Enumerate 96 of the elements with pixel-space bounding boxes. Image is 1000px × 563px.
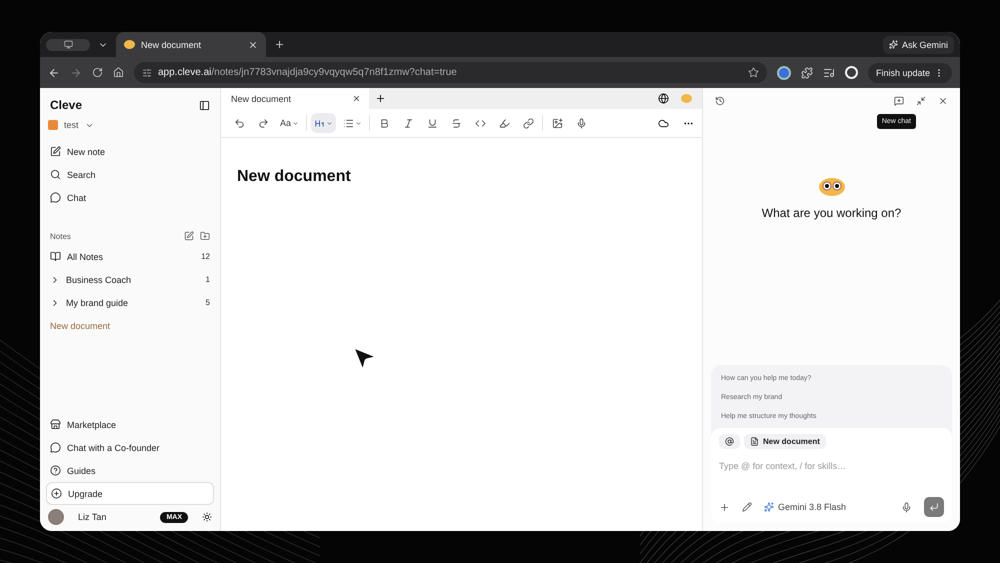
new-chat-button[interactable]	[894, 96, 904, 106]
reload-icon[interactable]	[92, 67, 103, 78]
help-icon	[50, 465, 61, 476]
search-icon	[50, 169, 61, 180]
nav-item[interactable]: Search	[46, 163, 214, 186]
link-icon	[522, 118, 534, 128]
profile-ring-icon[interactable]	[844, 66, 858, 79]
user-name: Liz Tan	[78, 512, 106, 522]
store-icon	[50, 419, 61, 430]
strikethrough-icon	[450, 118, 462, 128]
model-selector[interactable]: Gemini 3.8 Flash	[764, 502, 846, 512]
extension-dot-icon[interactable]	[776, 66, 791, 80]
chevron-down-icon	[355, 120, 362, 126]
history-button[interactable]	[715, 96, 725, 106]
plus-icon[interactable]	[274, 39, 285, 50]
sparkle-icon	[888, 40, 898, 49]
history-icon	[715, 96, 725, 106]
context-chip[interactable]: New document	[744, 434, 826, 449]
heading-icon	[314, 118, 326, 128]
send-button[interactable]	[924, 497, 944, 517]
plus-icon[interactable]	[375, 93, 386, 104]
microphone-icon[interactable]	[901, 502, 912, 512]
chevron-down-icon	[326, 120, 334, 126]
note-count: 12	[201, 252, 210, 261]
workspace-switcher[interactable]: test	[46, 120, 214, 130]
mention-button[interactable]	[719, 434, 740, 449]
at-sign-icon	[725, 437, 734, 446]
note-item[interactable]: Business Coach 1	[46, 268, 214, 291]
note-item[interactable]: All Notes 12	[46, 245, 214, 268]
nav-item[interactable]: Chat	[46, 186, 214, 209]
sparkle-icon	[764, 502, 774, 512]
note-count: 1	[206, 275, 210, 284]
upgrade-button[interactable]: Upgrade	[46, 482, 214, 505]
toolbar-button[interactable]	[311, 113, 336, 133]
pencil-square-icon	[50, 146, 61, 157]
note-item[interactable]: My brand guide 5	[46, 291, 214, 314]
globe-icon[interactable]	[658, 93, 669, 104]
footer-link[interactable]: Marketplace	[46, 413, 214, 436]
finish-update-button[interactable]: Finish update	[868, 62, 952, 82]
bold-icon	[378, 118, 390, 128]
note-item[interactable]: New document	[46, 314, 214, 337]
close-button[interactable]	[938, 96, 948, 106]
undo-icon	[234, 118, 244, 128]
browser-tab[interactable]: New document	[116, 32, 266, 57]
folder-plus-icon[interactable]	[200, 231, 210, 241]
notebook-icon	[50, 251, 61, 262]
microphone-icon	[576, 118, 587, 128]
address-field[interactable]: app.cleve.ai/notes/jn7783vnajdja9cy9vqyqw5q7n8f1zmw?chat=true	[134, 62, 767, 83]
document-icon	[750, 437, 759, 446]
workspace-icon	[48, 120, 58, 130]
bookmark-star-icon[interactable]	[748, 67, 759, 78]
section-heading: Notes	[50, 232, 71, 240]
chat-prompt: What are you working on?	[762, 206, 902, 220]
chat-input-field[interactable]: New document Type @ for context, / for skills… Gemini 3.8 Flash	[711, 428, 952, 523]
code-icon	[474, 118, 486, 128]
redo-icon	[258, 118, 268, 128]
pencil-square-icon[interactable]	[184, 231, 194, 241]
chevron-down-icon	[292, 120, 300, 126]
puzzle-icon[interactable]	[800, 66, 813, 78]
minimize-button[interactable]	[916, 96, 926, 106]
close-icon	[938, 96, 948, 106]
tab-search-pill[interactable]	[46, 38, 90, 50]
image-plus-icon	[552, 118, 563, 128]
close-icon	[352, 94, 361, 103]
tab-title: New document	[141, 40, 202, 50]
italic-icon	[402, 118, 414, 128]
sun-icon[interactable]	[202, 512, 212, 522]
font-size-button[interactable]: Aa	[277, 113, 302, 133]
ask-gemini-button[interactable]: Ask Gemini	[882, 36, 954, 54]
message-plus-icon	[894, 96, 904, 106]
site-settings-icon[interactable]	[142, 68, 152, 78]
footer-link[interactable]: Guides	[46, 459, 214, 482]
home-icon[interactable]	[113, 67, 124, 78]
cloud-icon[interactable]	[658, 118, 669, 128]
avatar	[48, 509, 64, 525]
forward-icon[interactable]	[70, 66, 82, 78]
note-count: 5	[206, 298, 210, 307]
monitor-icon	[64, 40, 72, 49]
nav-item[interactable]: New note	[46, 140, 214, 163]
enter-icon	[929, 502, 939, 512]
highlighter-icon	[498, 118, 510, 128]
footer-link[interactable]: Chat with a Co-founder	[46, 436, 214, 459]
editor-tab[interactable]: New document	[221, 88, 369, 109]
chat-bubble-icon	[50, 192, 61, 203]
pencil-icon[interactable]	[742, 502, 752, 512]
app-name: Cleve	[50, 98, 82, 112]
plus-circle-icon	[51, 488, 62, 499]
media-list-icon[interactable]	[822, 66, 835, 78]
document-title: New document	[237, 168, 352, 186]
url-text: app.cleve.ai/notes/jn7783vnajdja9cy9vqyqw5q7n8f1zmw?chat=true	[158, 67, 457, 78]
minimize-icon	[916, 96, 926, 106]
close-icon[interactable]	[248, 40, 258, 50]
chat-bubble-icon	[50, 442, 61, 453]
panel-toggle-icon[interactable]	[199, 100, 210, 110]
underline-icon	[426, 118, 438, 128]
back-icon[interactable]	[48, 66, 60, 78]
